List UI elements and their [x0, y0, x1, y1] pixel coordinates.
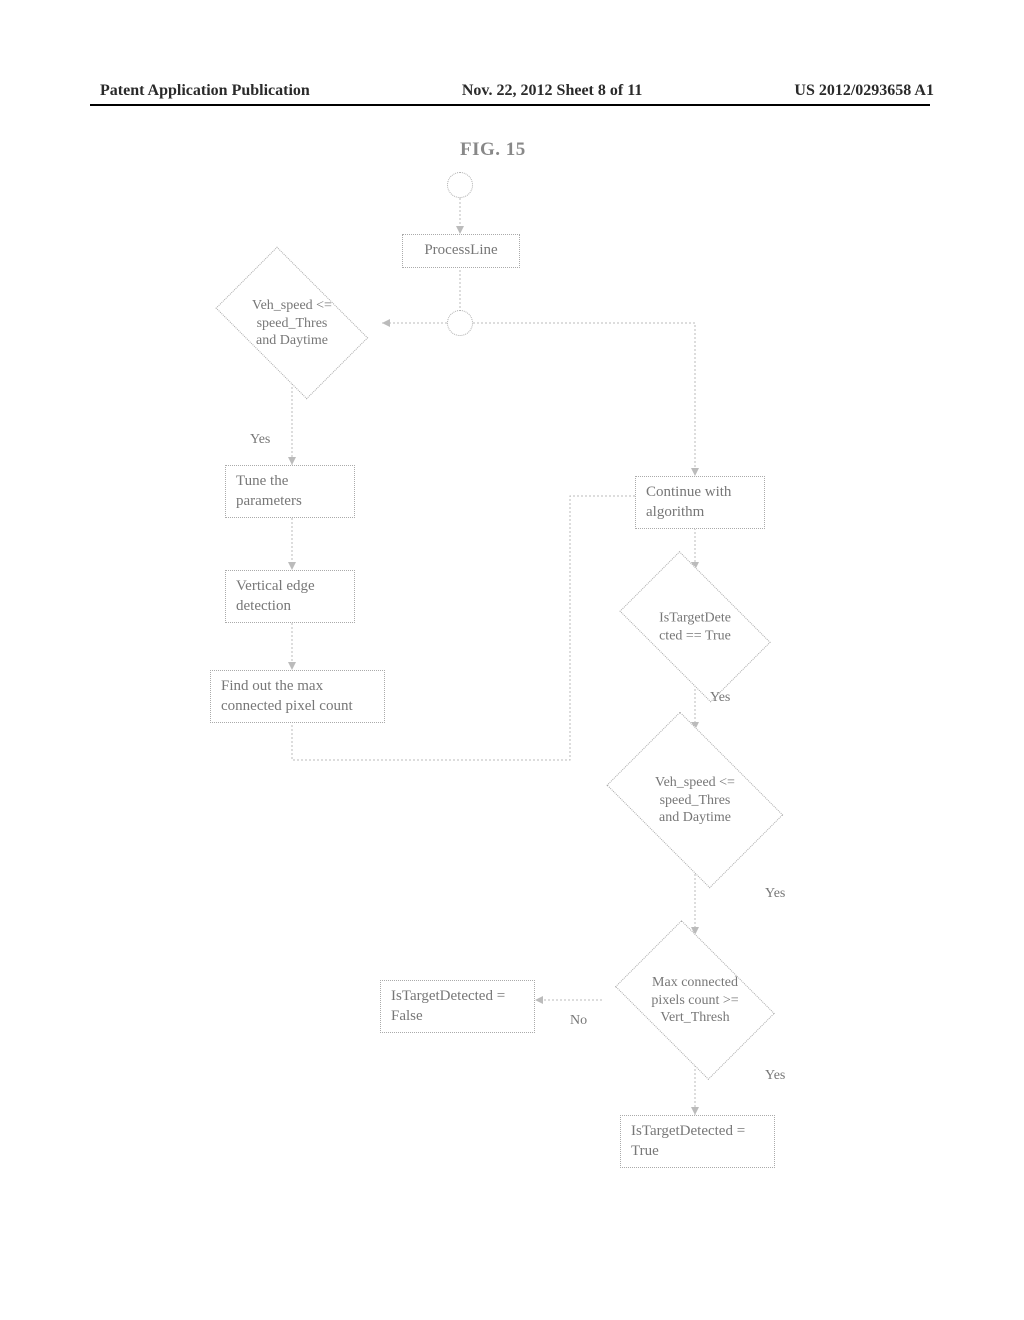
decision-speed-daytime-1: Veh_speed <= speed_Thres and Daytime — [202, 263, 382, 383]
vertical-edge-text: Vertical edge detection — [236, 578, 315, 614]
edge-yes-2: Yes — [710, 690, 730, 706]
figure-label: FIG. 15 — [460, 139, 526, 161]
find-max-text: Find out the max connected pixel count — [221, 678, 353, 714]
header-rule — [90, 104, 930, 106]
continue-text: Continue with algorithm — [646, 484, 731, 520]
edge-yes-1: Yes — [250, 432, 270, 448]
result-false-box: IsTargetDetected = False — [380, 980, 535, 1033]
edge-no: No — [570, 1013, 587, 1029]
decision-speed-daytime-2: Veh_speed <= speed_Thres and Daytime — [593, 728, 797, 872]
page-header: Patent Application Publication Nov. 22, … — [0, 82, 1024, 100]
decision-speed-daytime-2-text: Veh_speed <= speed_Thres and Daytime — [620, 774, 770, 827]
decision-istarget-text: IsTargetDete cted == True — [620, 610, 770, 645]
decision-maxpix-text: Max connected pixels count >= Vert_Thres… — [620, 974, 770, 1027]
decision-maxpix: Max connected pixels count >= Vert_Thres… — [603, 935, 787, 1065]
flowchart: ProcessLine Veh_speed <= speed_Thres and… — [150, 170, 870, 1210]
header-left: Patent Application Publication — [100, 82, 310, 100]
find-max-box: Find out the max connected pixel count — [210, 670, 385, 723]
header-center: Nov. 22, 2012 Sheet 8 of 11 — [462, 82, 642, 100]
decision-istarget: IsTargetDete cted == True — [605, 568, 785, 686]
start-node — [447, 172, 473, 198]
header-right: US 2012/0293658 A1 — [794, 82, 934, 100]
result-true-box: IsTargetDetected = True — [620, 1115, 775, 1168]
edge-yes-4: Yes — [765, 1068, 785, 1084]
tune-parameters-box: Tune the parameters — [225, 465, 355, 518]
process-line-box: ProcessLine — [402, 234, 520, 268]
process-line-text: ProcessLine — [424, 242, 497, 258]
result-false-text: IsTargetDetected = False — [391, 988, 505, 1024]
result-true-text: IsTargetDetected = True — [631, 1123, 745, 1159]
vertical-edge-box: Vertical edge detection — [225, 570, 355, 623]
joint-node — [447, 310, 473, 336]
decision-speed-daytime-1-text: Veh_speed <= speed_Thres and Daytime — [217, 297, 367, 350]
edge-yes-3: Yes — [765, 886, 785, 902]
continue-box: Continue with algorithm — [635, 476, 765, 529]
tune-parameters-text: Tune the parameters — [236, 473, 302, 509]
